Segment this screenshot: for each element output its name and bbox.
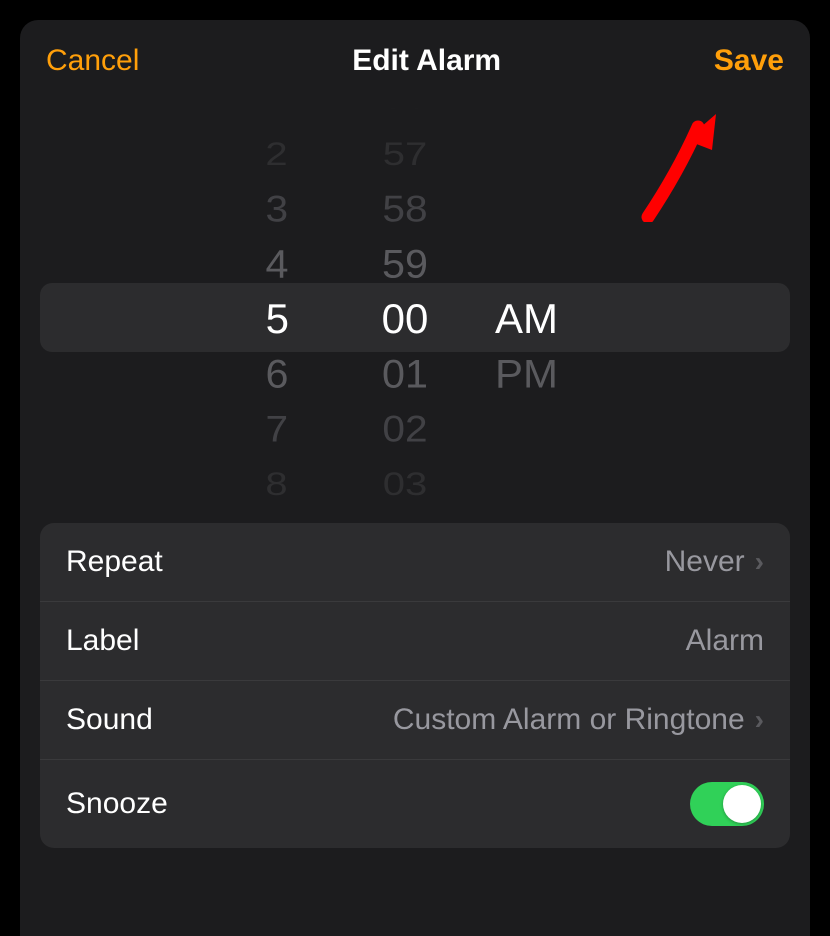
ampm-picker[interactable]: AMPM xyxy=(485,108,635,508)
picker-item: AM xyxy=(485,291,635,346)
picker-item: 3 xyxy=(197,184,323,232)
picker-item: 02 xyxy=(328,404,483,452)
picker-item: 03 xyxy=(329,462,481,505)
picker-item: 7 xyxy=(197,404,323,452)
picker-item: 59 xyxy=(326,237,483,289)
page-title: Edit Alarm xyxy=(352,44,501,78)
toggle-knob xyxy=(723,785,761,823)
snooze-toggle[interactable] xyxy=(690,782,764,826)
label-label: Label xyxy=(66,624,139,658)
time-picker: 123456789 565758590001020304 AMPM xyxy=(20,108,810,508)
sound-label: Sound xyxy=(66,703,153,737)
picker-item: 01 xyxy=(326,347,483,399)
picker-item: 2 xyxy=(198,132,322,175)
picker-item: 6 xyxy=(196,347,324,399)
edit-alarm-sheet: Cancel Edit Alarm Save 123456789 5657585… xyxy=(20,20,810,936)
repeat-row[interactable]: Repeat Never › xyxy=(40,523,790,602)
save-button[interactable]: Save xyxy=(714,44,784,78)
sound-row[interactable]: Sound Custom Alarm or Ringtone › xyxy=(40,681,790,760)
snooze-row: Snooze xyxy=(40,760,790,848)
picker-item: 57 xyxy=(329,132,481,175)
hour-picker[interactable]: 123456789 xyxy=(195,108,325,508)
nav-bar: Cancel Edit Alarm Save xyxy=(20,20,810,88)
picker-item: 5 xyxy=(195,291,325,346)
chevron-right-icon: › xyxy=(755,704,764,736)
picker-item: 58 xyxy=(328,184,483,232)
picker-item: 1 xyxy=(199,108,321,116)
repeat-value: Never xyxy=(665,545,745,579)
picker-item: 8 xyxy=(198,462,322,505)
snooze-label: Snooze xyxy=(66,787,168,821)
picker-item: 56 xyxy=(330,108,480,116)
chevron-right-icon: › xyxy=(755,546,764,578)
minute-picker[interactable]: 565758590001020304 xyxy=(325,108,485,508)
sound-value: Custom Alarm or Ringtone xyxy=(393,703,745,737)
picker-item: 4 xyxy=(196,237,324,289)
cancel-button[interactable]: Cancel xyxy=(46,44,139,78)
label-row[interactable]: Label Alarm xyxy=(40,602,790,681)
picker-item: 00 xyxy=(325,291,485,346)
settings-list: Repeat Never › Label Alarm Sound Custom … xyxy=(40,523,790,848)
picker-item: PM xyxy=(485,347,635,399)
repeat-label: Repeat xyxy=(66,545,163,579)
label-value: Alarm xyxy=(686,624,764,658)
